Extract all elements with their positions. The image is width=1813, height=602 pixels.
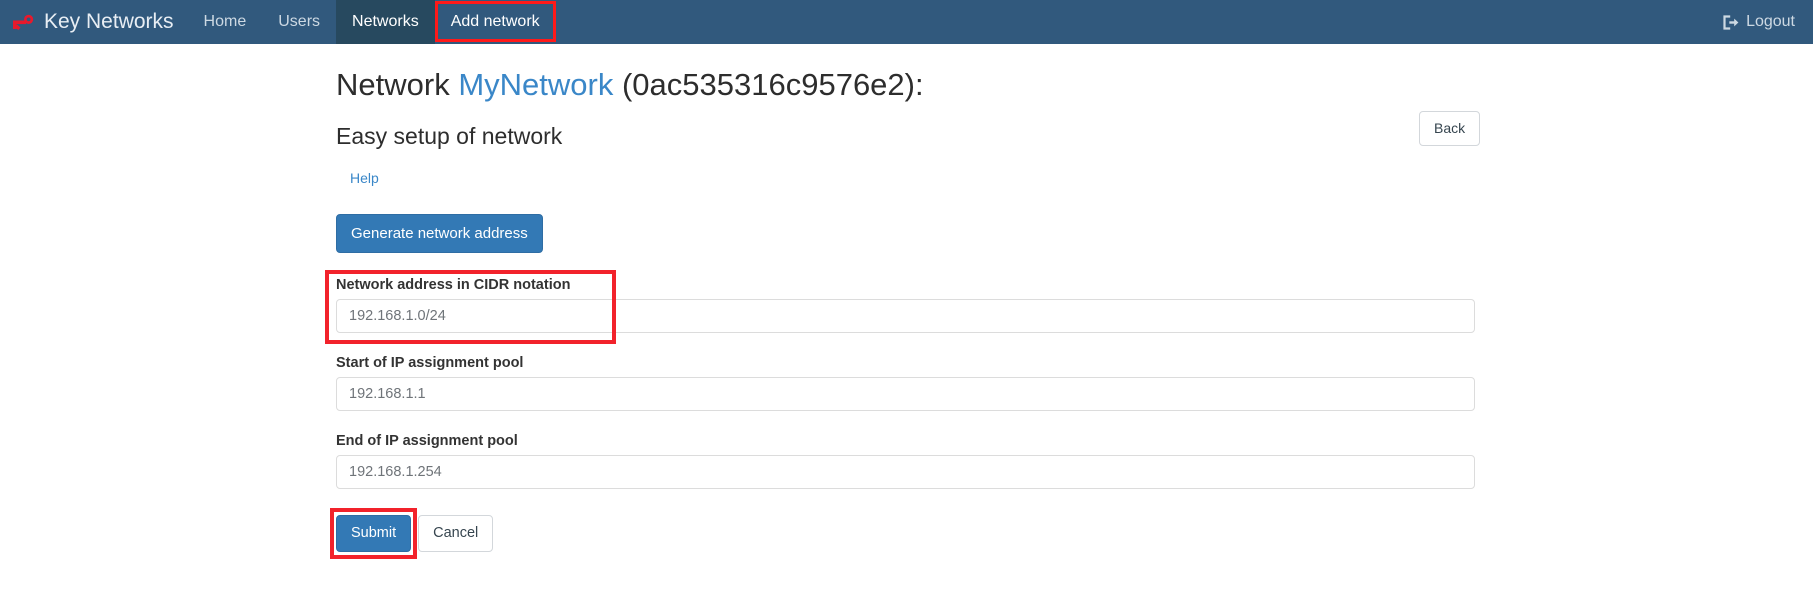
pool-start-input[interactable] (336, 377, 1475, 412)
page-title: Network MyNetwork (0ac535316c9576e2): (0, 66, 924, 105)
logout-label: Logout (1746, 13, 1795, 30)
logout-button[interactable]: Logout (1722, 13, 1795, 31)
back-button[interactable]: Back (1419, 111, 1481, 146)
nav-item-add-network-label: Add network (450, 13, 540, 30)
nav-item-home[interactable]: Home (188, 0, 263, 44)
pool-end-input[interactable] (336, 455, 1475, 490)
field-label-cidr: Network address in CIDR notation (336, 277, 571, 294)
nav-item-add-network[interactable]: Add network (434, 0, 556, 44)
help-row: Help (0, 150, 1813, 188)
nav-item-users[interactable]: Users (262, 0, 336, 44)
nav-item-users-label: Users (278, 13, 321, 30)
nav-items: Home Users Networks Add network (188, 0, 556, 44)
field-group-pool-end: End of IP assignment pool (336, 433, 1813, 490)
navbar-right: Logout (1722, 13, 1813, 31)
sign-out-icon (1722, 14, 1739, 31)
field-label-pool-start: Start of IP assignment pool (336, 355, 524, 372)
nav-item-home-label: Home (203, 13, 247, 30)
page-title-network-name: MyNetwork (458, 67, 614, 102)
section-subtitle: Easy setup of network (336, 122, 563, 149)
heading-row: Network MyNetwork (0ac535316c9576e2): (0, 44, 1813, 105)
brand-label: Key Networks (44, 10, 174, 33)
generate-network-address-button[interactable]: Generate network address (336, 213, 543, 254)
page-title-prefix: Network (336, 67, 450, 102)
nav-item-networks[interactable]: Networks (336, 0, 435, 44)
cancel-button[interactable]: Cancel (418, 515, 494, 553)
cidr-input[interactable] (336, 299, 1475, 334)
help-link[interactable]: Help (350, 170, 379, 186)
key-icon (10, 9, 36, 35)
page-title-suffix: (0ac535316c9576e2): (621, 67, 924, 102)
field-label-pool-end: End of IP assignment pool (336, 433, 518, 450)
nav-item-networks-label: Networks (352, 13, 419, 30)
top-navbar: Key Networks Home Users Networks Add net… (0, 0, 1813, 44)
submit-button[interactable]: Submit (336, 515, 412, 553)
easy-setup-form: Generate network address Network address… (0, 188, 1813, 559)
submit-button-wrapper: Submit (329, 508, 418, 559)
field-group-pool-start: Start of IP assignment pool (336, 355, 1813, 412)
form-actions: Submit Cancel (329, 508, 1813, 559)
brand-logo[interactable]: Key Networks (0, 0, 188, 44)
field-group-cidr: Network address in CIDR notation (325, 270, 1813, 345)
page-body: Network MyNetwork (0ac535316c9576e2): Ba… (0, 44, 1813, 559)
